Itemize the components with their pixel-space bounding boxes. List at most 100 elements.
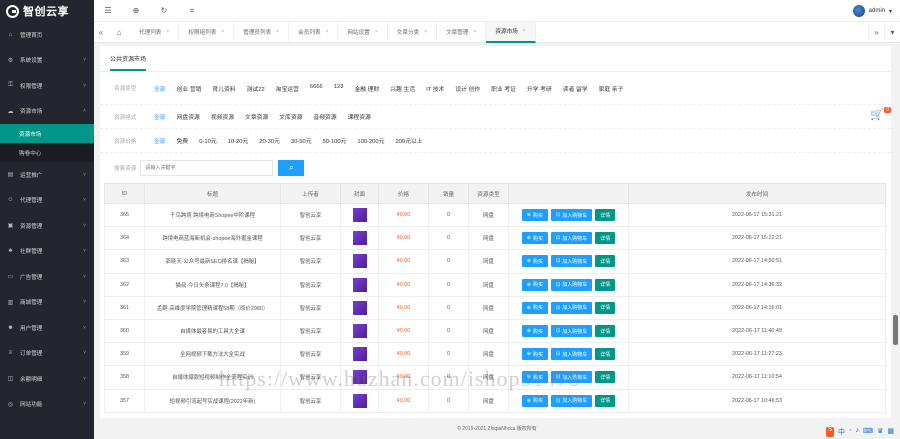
filter-format-option[interactable]: 音频资源	[313, 112, 336, 121]
filter-category-option[interactable]: 育儿资料	[212, 84, 235, 93]
detail-button[interactable]: 详情	[595, 232, 616, 245]
filter-price-option[interactable]: 20-30元	[259, 136, 280, 145]
buy-button[interactable]: ⊕ 购买	[521, 394, 548, 407]
filter-format-option[interactable]: 全部	[154, 112, 166, 121]
detail-button[interactable]: 详情	[595, 255, 616, 268]
cell-title[interactable]: 郭晓天·公众号最新SEO排名课【揭秘】	[144, 249, 281, 274]
filter-category-option[interactable]: 金融 理财	[354, 84, 379, 93]
sidebar-item-3[interactable]: ⚿ 权限管理 ˅	[0, 73, 94, 99]
cell-title[interactable]: 短视频引流起号实战课程(2022年新)	[144, 388, 281, 413]
tab-4[interactable]: 会员列表 ×	[289, 21, 339, 43]
cell-title[interactable]: 孟群·高维度学院管理精课程58期（原价2980）	[144, 295, 281, 320]
filter-category-option[interactable]: 123	[334, 84, 344, 93]
filter-category-option[interactable]: 全部	[154, 84, 166, 93]
cover-thumbnail[interactable]	[352, 254, 367, 269]
sidebar-item-14[interactable]: ◎ 网站功能 ˅	[0, 392, 94, 418]
filter-format-option[interactable]: 视频资源	[211, 112, 234, 121]
add-cart-button[interactable]: ⊡ 加入购物车	[550, 371, 593, 384]
scrollbar-track[interactable]	[893, 46, 898, 418]
filter-price-option[interactable]: 50-100元	[323, 136, 347, 145]
add-cart-button[interactable]: ⊡ 加入购物车	[550, 209, 593, 222]
tab-8[interactable]: 资源市场 ×	[486, 21, 536, 43]
filter-category-option[interactable]: 家庭 亲子	[599, 84, 624, 93]
close-icon[interactable]: ×	[276, 29, 279, 35]
cover-thumbnail[interactable]	[352, 208, 367, 223]
tab-options-icon[interactable]: ▾	[884, 22, 900, 43]
close-icon[interactable]: ×	[326, 29, 329, 35]
sidebar-item-13[interactable]: ◫ 余额明细 ˅	[0, 366, 94, 392]
sidebar-item-5[interactable]: ▤ 运营推广 ˅	[0, 162, 94, 188]
scrollbar-thumb[interactable]	[893, 315, 898, 345]
cover-thumbnail[interactable]	[352, 370, 367, 385]
tab-2[interactable]: 权限组列表 ×	[179, 21, 235, 43]
buy-button[interactable]: ⊕ 购买	[521, 301, 548, 314]
website-globe-icon[interactable]: ⊕	[122, 6, 150, 15]
add-cart-button[interactable]: ⊡ 加入购物车	[550, 394, 593, 407]
sidebar-item-4[interactable]: ☁ 资源市场 ˄	[0, 99, 94, 125]
sidebar-subitem-1[interactable]: 资源市场	[0, 124, 94, 143]
tab-5[interactable]: 网站设置 ×	[338, 21, 388, 43]
logo[interactable]: 智创云享	[0, 0, 94, 22]
sidebar-item-10[interactable]: ▥ 商城管理 ˅	[0, 290, 94, 316]
microphone-icon[interactable]: ♪	[855, 427, 859, 437]
search-input[interactable]	[140, 160, 274, 176]
sidebar-item-12[interactable]: ≡ 订单管理 ˅	[0, 341, 94, 367]
cover-thumbnail[interactable]	[352, 231, 367, 246]
sidebar-item-1[interactable]: ⌂ 管理首页	[0, 22, 94, 48]
cell-title[interactable]: 千鸟跨境 跨境电商Shopee中阶课程	[144, 202, 281, 228]
cover-thumbnail[interactable]	[352, 300, 367, 315]
detail-button[interactable]: 详情	[595, 301, 616, 314]
punctuation-icon[interactable]: ◦	[849, 427, 851, 437]
filter-format-option[interactable]: 网盘资源	[177, 112, 200, 121]
sidebar-item-2[interactable]: ⚙ 系统设置 ˅	[0, 48, 94, 74]
cell-title[interactable]: 全网视频下载方法大全实战	[144, 342, 281, 367]
buy-button[interactable]: ⊕ 购买	[521, 348, 548, 361]
buy-button[interactable]: ⊕ 购买	[521, 232, 548, 245]
buy-button[interactable]: ⊕ 购买	[521, 255, 548, 268]
filter-price-option[interactable]: 全部	[154, 136, 166, 145]
add-cart-button[interactable]: ⊡ 加入购物车	[550, 301, 593, 314]
user-menu[interactable]: admin ▾	[852, 5, 892, 17]
filter-format-option[interactable]: 文章资源	[245, 112, 268, 121]
close-icon[interactable]: ×	[424, 29, 427, 35]
sidebar-item-11[interactable]: ☻ 用户管理 ˅	[0, 315, 94, 341]
filter-category-option[interactable]: IT 技术	[426, 84, 444, 93]
close-icon[interactable]: ×	[375, 29, 378, 35]
buy-button[interactable]: ⊕ 购买	[521, 278, 548, 291]
filter-price-option[interactable]: 30-50元	[291, 136, 312, 145]
toolbox-icon[interactable]: ▦	[887, 427, 894, 437]
close-icon[interactable]: ×	[221, 29, 224, 35]
cell-title[interactable]: 跨境电商蓝海新机会-shopee海外掘金课程	[144, 226, 281, 251]
chinese-mode-icon[interactable]: 中	[838, 427, 845, 437]
filter-category-option[interactable]: 升学 考研	[527, 84, 552, 93]
tab-1[interactable]: 代理列表 ×	[130, 21, 180, 43]
filter-price-option[interactable]: 0-10元	[199, 136, 216, 145]
filter-category-option[interactable]: 淘宝运营	[276, 84, 299, 93]
detail-button[interactable]: 详情	[595, 394, 616, 407]
clear-cache-icon[interactable]: ⌗	[178, 6, 206, 16]
filter-category-option[interactable]: 设计 创作	[455, 84, 480, 93]
username[interactable]: admin	[869, 8, 885, 14]
ime-tray[interactable]: S 中 ◦ ♪ ⌨ ♛ ▦	[825, 427, 894, 437]
add-cart-button[interactable]: ⊡ 加入购物车	[550, 348, 593, 361]
add-cart-button[interactable]: ⊡ 加入购物车	[550, 325, 593, 338]
skin-icon[interactable]: ♛	[877, 427, 883, 437]
tab-scroll-right-icon[interactable]: »	[868, 22, 884, 43]
filter-category-option[interactable]: 6666	[310, 84, 323, 93]
add-cart-button[interactable]: ⊡ 加入购物车	[550, 255, 593, 268]
filter-price-option[interactable]: 100-200元	[357, 136, 384, 145]
cart-button[interactable]: 🛒 0	[870, 107, 891, 121]
tab-3[interactable]: 管理员列表 ×	[234, 21, 290, 43]
refresh-icon[interactable]: ↻	[150, 6, 178, 15]
filter-price-option[interactable]: 10-20元	[228, 136, 249, 145]
detail-button[interactable]: 详情	[595, 371, 616, 384]
sidebar-item-6[interactable]: ☺ 代理管理 ˅	[0, 188, 94, 214]
sidebar-subitem-2[interactable]: 购卷中心	[0, 143, 94, 162]
sidebar-item-8[interactable]: ♣ 社群管理 ˅	[0, 239, 94, 265]
cell-title[interactable]: 自媒体最容易的工具大全课	[144, 318, 281, 344]
cell-title[interactable]: 自媒体爆款短视频制作全流程实训	[144, 365, 281, 390]
detail-button[interactable]: 详情	[595, 348, 616, 361]
cover-thumbnail[interactable]	[352, 347, 367, 362]
cell-title[interactable]: 猫叔·今日头条课程7.0【揭秘】	[144, 272, 281, 297]
sidebar-item-7[interactable]: ▣ 资源管理 ˅	[0, 213, 94, 239]
